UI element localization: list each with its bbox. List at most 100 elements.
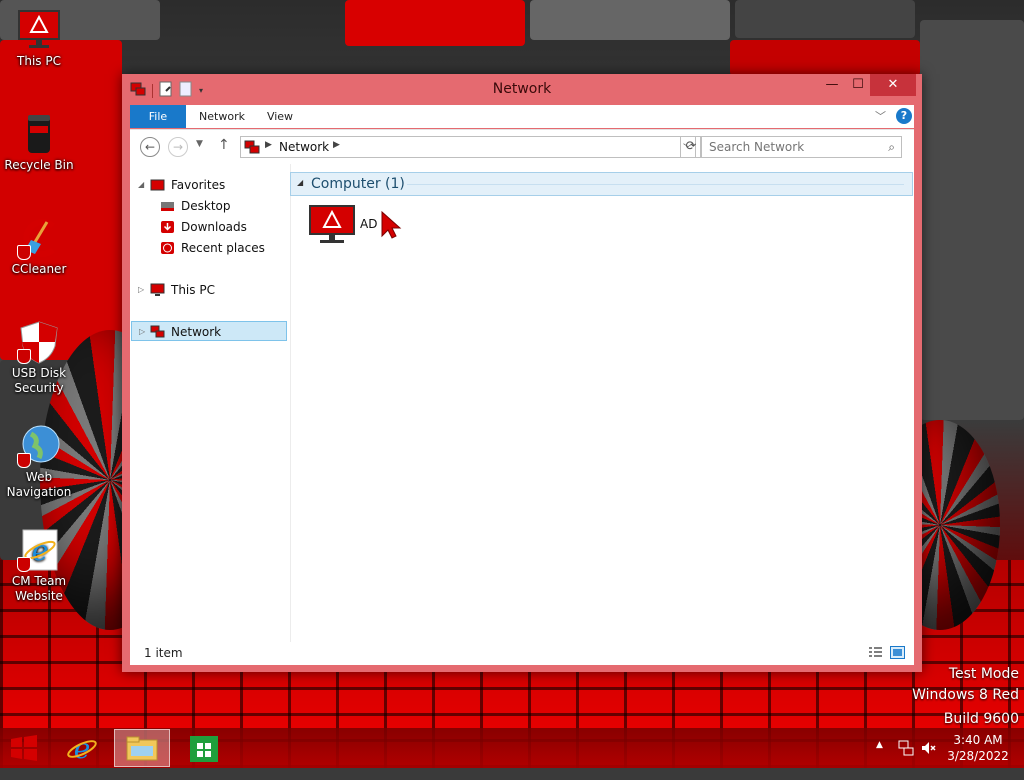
nav-item-favorites[interactable]: ◢ Favorites bbox=[138, 175, 278, 195]
folder-icon bbox=[126, 736, 158, 761]
desktop-icon-this-pc[interactable]: This PC bbox=[2, 8, 76, 69]
breadcrumb-separator-icon[interactable]: ▶ bbox=[265, 140, 272, 150]
navigation-pane: ◢ Favorites Desktop Downloads Recent pla… bbox=[130, 164, 291, 642]
show-hidden-icons-button[interactable]: ▲ bbox=[876, 740, 883, 780]
title-bar[interactable]: ▾ Network — ☐ ✕ bbox=[122, 74, 922, 104]
shield-badge-icon bbox=[17, 557, 31, 572]
taskbar: e ▲ 3:40 AM 3/28/2022 bbox=[0, 728, 1024, 768]
recent-locations-chevron-icon[interactable]: ▼ bbox=[196, 139, 203, 149]
ribbon-tabs: File Network View ﹀ ? bbox=[130, 105, 914, 128]
address-bar[interactable]: ▶ Network ▶ ﹀ bbox=[240, 136, 696, 158]
expand-ribbon-icon[interactable]: ﹀ bbox=[875, 108, 886, 124]
taskbar-file-explorer[interactable] bbox=[114, 729, 170, 767]
collapsed-arrow-icon[interactable]: ▷ bbox=[139, 322, 149, 342]
wallpaper-cube bbox=[730, 40, 920, 76]
collapsed-arrow-icon[interactable]: ▷ bbox=[138, 280, 148, 300]
globe-icon bbox=[17, 424, 61, 468]
status-bar: 1 item bbox=[130, 642, 914, 665]
wallpaper-cube bbox=[920, 20, 1024, 420]
nav-item-label: Recent places bbox=[181, 241, 265, 255]
internet-explorer-icon: e bbox=[67, 732, 97, 765]
computer-item-label: AD bbox=[360, 217, 378, 231]
close-button[interactable]: ✕ bbox=[870, 74, 916, 96]
details-view-icon[interactable] bbox=[868, 646, 883, 659]
wallpaper-cube bbox=[345, 0, 525, 46]
tab-file[interactable]: File bbox=[130, 105, 186, 128]
monitor-icon bbox=[150, 283, 165, 297]
desktop-icon-label: Web Navigation bbox=[6, 470, 72, 499]
recent-places-icon bbox=[160, 241, 175, 255]
wallpaper-cube bbox=[0, 40, 122, 360]
taskbar-internet-explorer[interactable]: e bbox=[54, 729, 110, 767]
downloads-icon bbox=[160, 220, 175, 234]
nav-item-desktop[interactable]: Desktop bbox=[158, 196, 278, 216]
back-button[interactable]: ← bbox=[140, 137, 160, 157]
windows-logo-icon bbox=[11, 735, 37, 761]
start-button[interactable] bbox=[0, 729, 48, 767]
desktop-icon-ccleaner[interactable]: CCleaner bbox=[2, 216, 76, 277]
expanded-arrow-icon[interactable]: ◢ bbox=[138, 175, 148, 195]
svg-text:e: e bbox=[74, 732, 91, 765]
forward-button[interactable]: → bbox=[168, 137, 188, 157]
build-line: Build 9600 bbox=[943, 711, 1019, 727]
shield-badge-icon bbox=[17, 453, 31, 468]
large-icons-view-icon[interactable] bbox=[890, 646, 905, 659]
test-mode-line: Test Mode bbox=[948, 666, 1019, 682]
search-input[interactable] bbox=[701, 137, 887, 157]
nav-item-label: Desktop bbox=[181, 199, 231, 213]
up-arrow-icon[interactable]: ↑ bbox=[218, 137, 230, 153]
explorer-window: ▾ Network — ☐ ✕ File Network View ﹀ ? ← … bbox=[122, 74, 922, 672]
star-icon bbox=[150, 178, 165, 192]
store-icon bbox=[190, 736, 218, 762]
item-count: 1 item bbox=[144, 646, 183, 660]
file-list: ◢ Computer (1) AD bbox=[290, 164, 914, 642]
divider bbox=[407, 184, 904, 185]
internet-explorer-icon: e bbox=[17, 528, 61, 572]
desktop-icon-web-navigation[interactable]: Web Navigation bbox=[2, 424, 76, 500]
minimize-button[interactable]: — bbox=[818, 74, 846, 96]
tab-network[interactable]: Network bbox=[194, 105, 250, 128]
monitor-icon bbox=[309, 205, 355, 243]
group-header[interactable]: ◢ Computer (1) bbox=[290, 172, 913, 196]
desktop-icon-label: Recycle Bin bbox=[4, 158, 74, 172]
clock-date: 3/28/2022 bbox=[947, 749, 1009, 763]
nav-item-this-pc[interactable]: ▷ This PC bbox=[138, 280, 278, 300]
desktop-icon-label: USB Disk Security bbox=[11, 366, 67, 395]
nav-item-label: Downloads bbox=[181, 220, 247, 234]
collapse-group-icon[interactable]: ◢ bbox=[297, 178, 303, 187]
search-icon[interactable]: ⌕ bbox=[888, 140, 895, 155]
help-icon[interactable]: ? bbox=[896, 108, 912, 124]
refresh-button[interactable]: ⟳ bbox=[680, 136, 702, 158]
desktop-icon-usb-disk-security[interactable]: USB Disk Security bbox=[2, 320, 76, 396]
maximize-button[interactable]: ☐ bbox=[844, 74, 872, 96]
desktop-icon-label: CM Team Website bbox=[11, 574, 67, 603]
desktop-icon-cm-team-website[interactable]: e CM Team Website bbox=[2, 528, 76, 604]
nav-item-downloads[interactable]: Downloads bbox=[158, 217, 278, 237]
svg-text:e: e bbox=[32, 534, 49, 567]
search-box[interactable]: ⌕ bbox=[700, 136, 902, 158]
mouse-cursor-icon bbox=[381, 210, 402, 239]
nav-item-label: Network bbox=[171, 325, 222, 339]
explorer-body: ◢ Favorites Desktop Downloads Recent pla… bbox=[130, 164, 914, 665]
desktop-icon-label: CCleaner bbox=[11, 262, 67, 276]
breadcrumb-network[interactable]: Network bbox=[279, 140, 329, 154]
network-status-icon[interactable] bbox=[898, 740, 914, 780]
recycle-bin-icon bbox=[17, 112, 61, 156]
nav-item-network[interactable]: ▷ Network bbox=[131, 321, 287, 341]
group-header-label: Computer (1) bbox=[311, 176, 405, 192]
shield-badge-icon bbox=[17, 245, 31, 260]
wallpaper-cube bbox=[530, 0, 730, 40]
clock-time: 3:40 AM bbox=[953, 733, 1003, 747]
usb-shield-icon bbox=[17, 320, 61, 364]
nav-item-recent-places[interactable]: Recent places bbox=[158, 238, 278, 258]
desktop-icon-label: This PC bbox=[17, 54, 61, 68]
taskbar-clock[interactable]: 3:40 AM 3/28/2022 bbox=[932, 732, 1024, 764]
taskbar-store[interactable] bbox=[176, 729, 232, 767]
shield-badge-icon bbox=[17, 349, 31, 364]
desktop-icon-recycle-bin[interactable]: Recycle Bin bbox=[2, 112, 76, 173]
breadcrumb-separator-icon[interactable]: ▶ bbox=[333, 140, 340, 150]
tab-view[interactable]: View bbox=[258, 105, 302, 128]
nav-item-label: Favorites bbox=[171, 178, 226, 192]
network-icon bbox=[244, 140, 260, 157]
ccleaner-icon bbox=[17, 216, 61, 260]
